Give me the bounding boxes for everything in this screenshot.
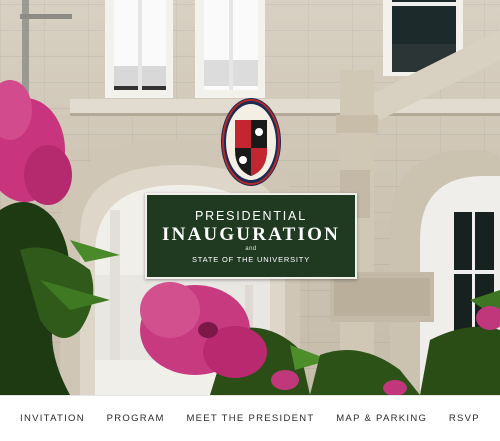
- nav-map-and-parking[interactable]: MAP & PARKING: [336, 413, 427, 424]
- title-inauguration: INAUGURATION: [161, 224, 341, 245]
- main-navigation: INVITATION PROGRAM MEET THE PRESIDENT MA…: [0, 395, 500, 441]
- page: PRESIDENTIAL INAUGURATION and STATE OF T…: [0, 0, 500, 441]
- inauguration-title-card: PRESIDENTIAL INAUGURATION and STATE OF T…: [145, 193, 357, 279]
- title-state-of-university: STATE OF THE UNIVERSITY: [192, 255, 310, 264]
- nav-meet-the-president[interactable]: MEET THE PRESIDENT: [186, 413, 314, 424]
- title-and: and: [245, 246, 257, 252]
- nav-program[interactable]: PROGRAM: [107, 413, 165, 424]
- university-seal: [221, 98, 281, 186]
- nav-rsvp[interactable]: RSVP: [449, 413, 480, 424]
- title-presidential: PRESIDENTIAL: [195, 209, 307, 223]
- hero-photo: PRESIDENTIAL INAUGURATION and STATE OF T…: [0, 0, 500, 395]
- nav-invitation[interactable]: INVITATION: [20, 413, 85, 424]
